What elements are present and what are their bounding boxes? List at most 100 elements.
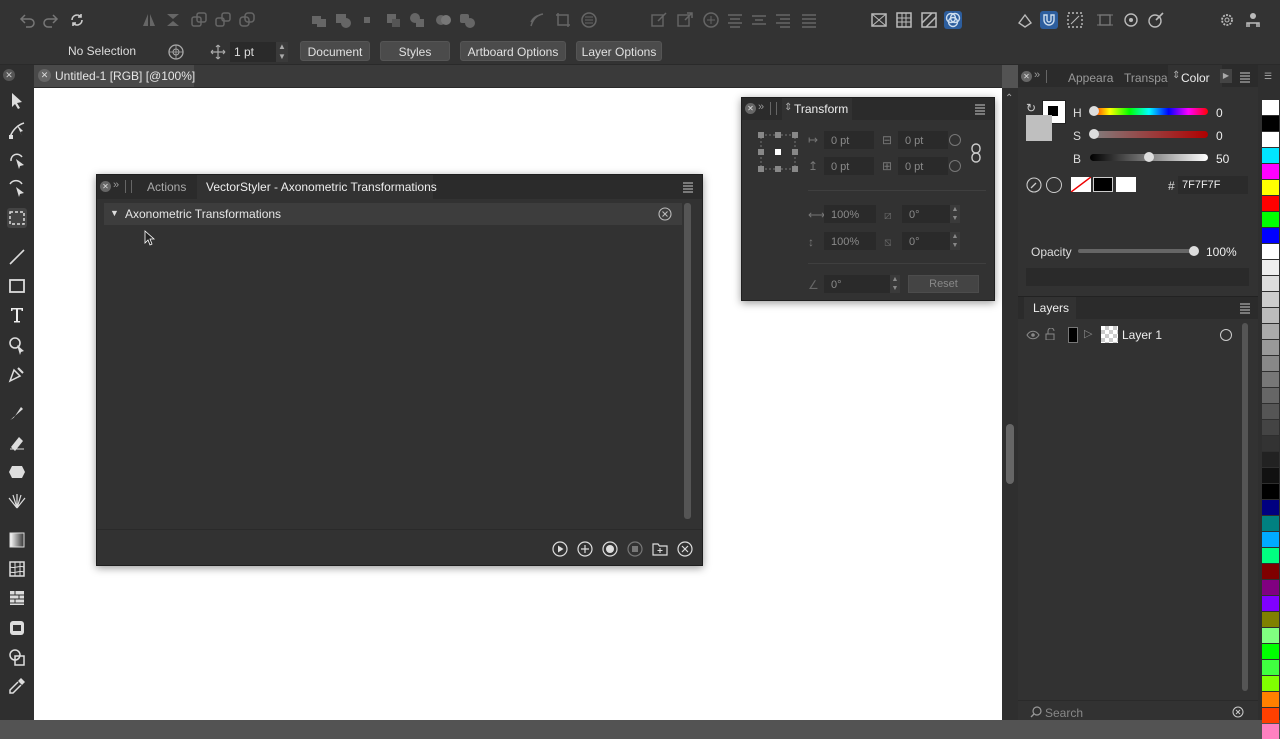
expand-layer-icon[interactable]: ▷ — [1084, 327, 1092, 340]
target-icon[interactable] — [1122, 11, 1140, 29]
color-swatch[interactable] — [1262, 644, 1279, 659]
stroke-weight-input[interactable]: 1 pt — [230, 42, 276, 62]
color-swatch[interactable] — [1262, 260, 1279, 275]
color-swatch[interactable] — [1262, 612, 1279, 627]
collapse-panel-icon[interactable]: » — [1034, 69, 1040, 81]
sync-icon[interactable] — [68, 11, 86, 29]
skew-y-stepper[interactable]: ▲ ▼ — [950, 232, 960, 250]
color-swatch[interactable] — [1262, 564, 1279, 579]
color-swatch[interactable] — [1262, 388, 1279, 403]
undo-icon[interactable] — [18, 11, 36, 29]
swap-arrow-icon[interactable]: ↻ — [1026, 102, 1038, 114]
color-swatch[interactable] — [1262, 724, 1279, 739]
color-swatch[interactable] — [1262, 308, 1279, 323]
actions-panel-header[interactable]: ✕ » Actions VectorStyler - Axonometric T… — [97, 175, 702, 199]
close-panel-icon[interactable]: ✕ — [745, 103, 756, 114]
boolean-merge-icon[interactable] — [458, 11, 476, 29]
artboard-icon[interactable] — [1096, 11, 1114, 29]
color-swatch[interactable] — [1262, 548, 1279, 563]
panel-menu-icon[interactable] — [1239, 71, 1251, 83]
magnet-icon[interactable] — [1040, 11, 1058, 29]
saturation-slider[interactable] — [1090, 131, 1208, 138]
color-swatch[interactable] — [1262, 356, 1279, 371]
group-icon[interactable] — [190, 11, 208, 29]
tab-axonometric-active[interactable]: VectorStyler - Axonometric Transformatio… — [197, 175, 437, 199]
width-input[interactable]: 0 pt — [898, 131, 948, 149]
brightness-slider-thumb[interactable] — [1144, 152, 1154, 162]
color-swatch[interactable] — [1262, 692, 1279, 707]
color-swatch[interactable] — [1262, 420, 1279, 435]
none-color-circle[interactable] — [1046, 177, 1062, 193]
record-action-icon[interactable] — [602, 541, 618, 557]
color-swatch[interactable] — [1262, 132, 1279, 147]
color-swatch[interactable] — [1262, 404, 1279, 419]
rotate-tool-icon[interactable] — [7, 149, 27, 169]
color-swatch[interactable] — [1262, 660, 1279, 675]
brush-tool-icon[interactable] — [7, 403, 27, 423]
swatch-menu-icon[interactable]: ☰ — [1264, 71, 1276, 83]
layer-name[interactable]: Layer 1 — [1122, 328, 1162, 342]
constrain-link-icon[interactable] — [970, 142, 982, 164]
collapse-panel-icon[interactable]: » — [113, 179, 119, 191]
redo-icon[interactable] — [42, 11, 60, 29]
snap-icon[interactable] — [1016, 11, 1034, 29]
fill-proxy[interactable] — [1026, 115, 1052, 141]
close-panel-icon[interactable]: ✕ — [100, 181, 111, 192]
crop-icon[interactable] — [554, 11, 572, 29]
s-value[interactable]: 0 — [1216, 129, 1223, 143]
stroke-weight-stepper[interactable]: ▲ ▼ — [276, 42, 288, 62]
document-tab[interactable]: ✕ Untitled-1 [RGB] [@100%] — [34, 65, 195, 87]
align-justify-icon[interactable] — [800, 11, 818, 29]
panel-menu-icon[interactable] — [682, 181, 694, 193]
boolean-intersect-icon[interactable] — [358, 11, 376, 29]
edit-style-icon[interactable] — [1147, 11, 1165, 29]
color-swatch[interactable] — [1262, 180, 1279, 195]
mesh-tool-icon[interactable] — [7, 559, 27, 579]
black-swatch[interactable] — [1093, 177, 1113, 192]
tab-transform[interactable]: ⇕ Transform — [782, 98, 852, 120]
color-swatch[interactable] — [1262, 164, 1279, 179]
search-input[interactable]: Search — [1045, 706, 1083, 720]
settings-icon[interactable] — [1218, 11, 1236, 29]
stop-action-icon[interactable] — [627, 541, 643, 557]
brick-tool-icon[interactable] — [7, 588, 27, 608]
hatch-icon[interactable] — [920, 11, 938, 29]
layer-target-circle[interactable] — [1220, 329, 1232, 341]
drag-handle-icon[interactable] — [125, 180, 132, 193]
appearance-icon[interactable] — [166, 42, 186, 62]
color-swatch[interactable] — [1262, 212, 1279, 227]
boolean-exclude-icon[interactable] — [384, 11, 402, 29]
opacity-slider[interactable] — [1078, 249, 1194, 253]
color-swatch[interactable] — [1262, 292, 1279, 307]
ungroup-icon[interactable] — [214, 11, 232, 29]
fan-tool-icon[interactable] — [7, 491, 27, 511]
skew-x-input[interactable]: 0° — [902, 205, 950, 223]
tab-layers[interactable]: Layers — [1024, 297, 1076, 319]
visibility-eye-icon[interactable] — [1026, 329, 1040, 340]
color-swatch[interactable] — [1262, 228, 1279, 243]
color-swatch[interactable] — [1262, 500, 1279, 515]
h-value[interactable]: 0 — [1216, 106, 1223, 120]
play-icon[interactable]: ▶ — [1220, 69, 1232, 83]
frame-tool-icon[interactable] — [7, 618, 27, 638]
close-panel-icon[interactable]: ✕ — [1021, 71, 1032, 82]
rotate-stepper[interactable]: ▲ ▼ — [890, 275, 900, 293]
scrollbar-thumb[interactable] — [1006, 424, 1014, 484]
panel-menu-icon[interactable] — [1239, 302, 1251, 314]
shapes-tool-icon[interactable] — [7, 647, 27, 667]
pen-tool-icon[interactable] — [7, 364, 27, 384]
width-radio[interactable] — [949, 134, 961, 146]
actions-scrollbar[interactable] — [684, 203, 691, 519]
opacity-value[interactable]: 100% — [1206, 245, 1237, 259]
color-swatch[interactable] — [1262, 628, 1279, 643]
layers-scrollbar[interactable] — [1242, 323, 1248, 691]
remove-set-icon[interactable] — [658, 207, 672, 221]
align-center-icon[interactable] — [750, 11, 768, 29]
play-action-icon[interactable] — [552, 541, 568, 557]
white-swatch[interactable] — [1116, 177, 1136, 192]
layer-options-button[interactable]: Layer Options — [576, 41, 662, 61]
export-icon[interactable] — [676, 11, 694, 29]
color-swatch[interactable] — [1262, 532, 1279, 547]
hex-input[interactable]: 7F7F7F — [1178, 176, 1248, 194]
tab-transparency[interactable]: Transpa — [1124, 71, 1168, 85]
